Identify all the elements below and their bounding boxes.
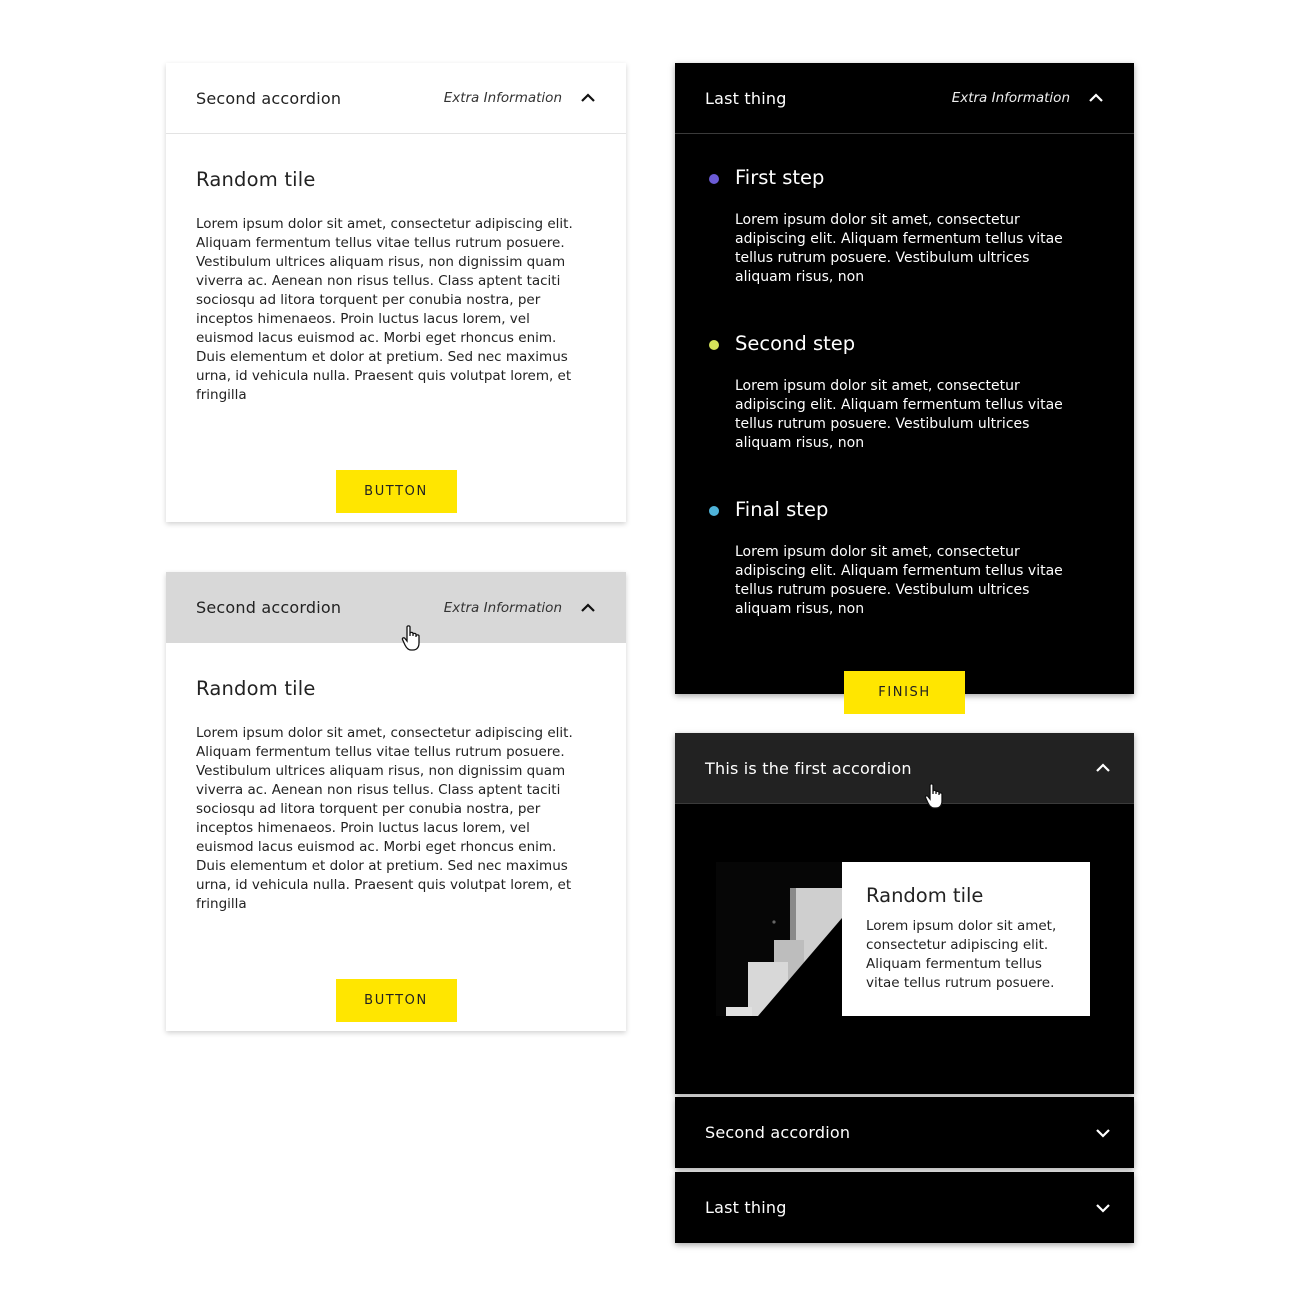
finish-button[interactable]: FINISH [844,671,965,714]
accordion-card-dark-last[interactable]: Last thing [675,1172,1134,1243]
building-stairs-image [716,862,842,1016]
accordion-card-dark-steps: Last thing Extra Information First step … [675,63,1134,714]
accordion-header-hovered[interactable]: This is the first accordion [675,733,1134,804]
accordion-title: This is the first accordion [705,758,912,778]
accordion-header[interactable]: Second accordion [675,1097,1134,1168]
chevron-up-icon[interactable] [580,600,596,616]
step-item: Final step Lorem ipsum dolor sit amet, c… [705,498,1104,619]
extra-information: Extra Information [443,599,562,616]
step-item: Second step Lorem ipsum dolor sit amet, … [705,332,1104,453]
step-item: First step Lorem ipsum dolor sit amet, c… [705,166,1104,287]
chevron-up-icon[interactable] [1095,760,1111,776]
steps-list: First step Lorem ipsum dolor sit amet, c… [675,134,1134,714]
chevron-up-icon[interactable] [580,90,596,106]
accordion-title: Second accordion [196,88,342,108]
architecture-image [716,862,842,1016]
accordion-header[interactable]: Second accordion Extra Information [166,63,626,134]
image-tile[interactable]: Random tile Lorem ipsum dolor sit amet, … [716,862,1090,1016]
image-tile-content: Random tile Lorem ipsum dolor sit amet, … [842,862,1090,1016]
chevron-down-icon[interactable] [1095,1125,1111,1141]
step-dot [709,174,719,184]
tile-text: Lorem ipsum dolor sit amet, consectetur … [196,216,573,403]
step-title: Final step [735,498,829,521]
accordion-body: Random tile Lorem ipsum dolor sit amet, … [166,134,626,543]
primary-button[interactable]: BUTTON [335,470,457,513]
extra-information: Extra Information [443,90,562,106]
step-dot [709,340,719,350]
accordion-header[interactable]: Last thing [675,1172,1134,1243]
tile-text: Lorem ipsum dolor sit amet, consectetur … [196,725,573,912]
tile-title: Random tile [196,677,316,700]
accordion-title: Last thing [705,88,787,108]
step-text: Lorem ipsum dolor sit amet, consectetur … [735,212,1063,285]
accordion-title: Second accordion [705,1123,851,1142]
step-text: Lorem ipsum dolor sit amet, consectetur … [735,544,1063,617]
tile-text: Lorem ipsum dolor sit amet, consectetur … [866,918,1057,991]
accordion-title: Second accordion [196,598,342,617]
accordion-body: Random tile Lorem ipsum dolor sit amet, … [166,643,626,1052]
step-dot [709,506,719,516]
accordion-title: Last thing [705,1198,787,1217]
step-title: Second step [735,332,856,355]
hand-cursor-icon [924,783,943,809]
chevron-up-icon[interactable] [1088,90,1104,106]
hand-cursor-icon [401,625,420,651]
step-text: Lorem ipsum dolor sit amet, consectetur … [735,378,1063,451]
tile-title: Random tile [196,168,316,191]
primary-button[interactable]: BUTTON [335,979,457,1022]
step-title: First step [735,166,825,189]
tile-title: Random tile [866,884,984,907]
accordion-header[interactable]: Last thing Extra Information [675,63,1134,134]
accordion-card-dark-first: This is the first accordion Random tile … [675,733,1134,1094]
chevron-down-icon[interactable] [1095,1200,1111,1216]
extra-information: Extra Information [951,90,1070,106]
accordion-card-light-1: Second accordion Extra Information Rando… [166,63,626,522]
accordion-card-light-2: Second accordion Extra Information Rando… [166,572,626,1031]
accordion-card-dark-second[interactable]: Second accordion [675,1097,1134,1168]
accordion-header-hovered[interactable]: Second accordion Extra Information [166,572,626,643]
